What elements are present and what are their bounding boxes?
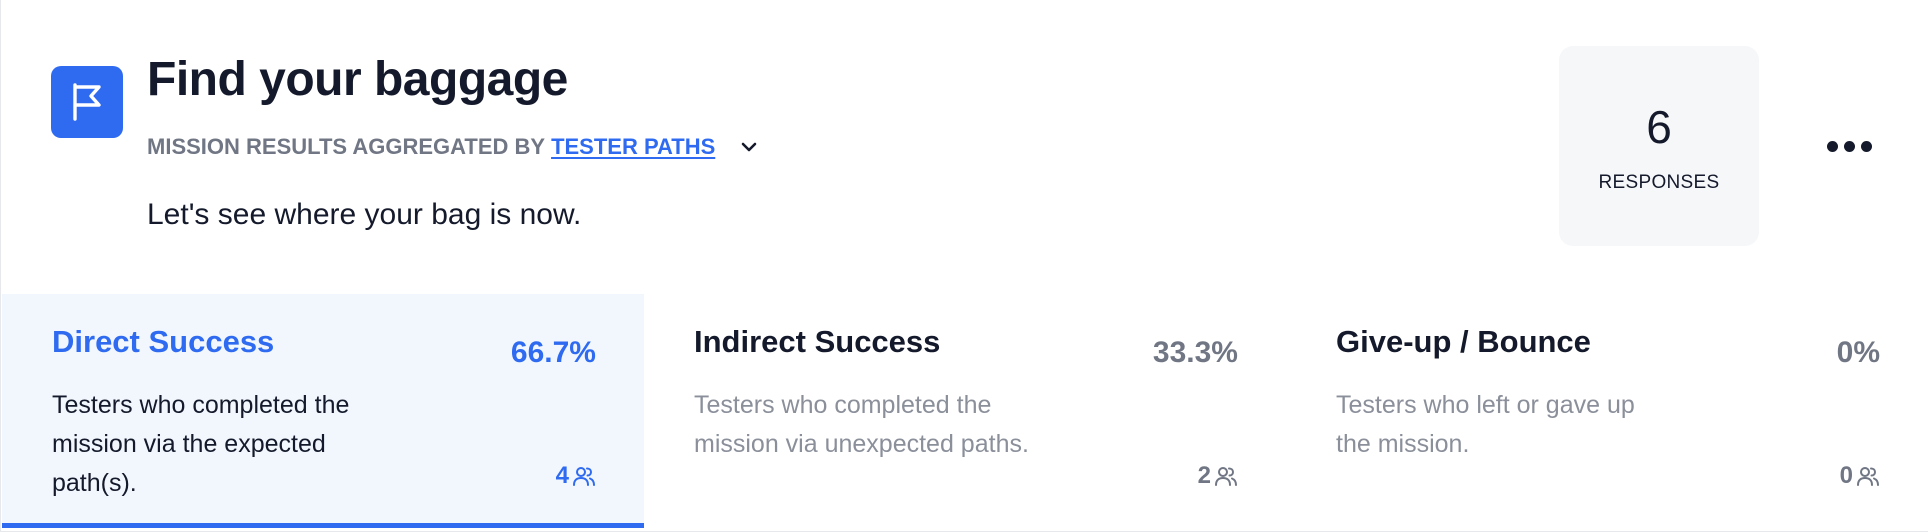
responses-summary: 6 RESPONSES [1559,46,1759,246]
more-dot [1860,140,1872,152]
card-indirect-success[interactable]: Indirect Success 33.3% Testers who compl… [644,294,1286,528]
flag-icon [51,66,123,138]
mission-results-panel: Find your baggage MISSION RESULTS AGGREG… [0,0,1928,532]
aggregation-subtitle: MISSION RESULTS AGGREGATED BY TESTER PAT… [147,134,759,160]
card-percentage: 33.3% [1152,336,1238,369]
card-direct-success[interactable]: Direct Success 66.7% Testers who complet… [2,294,644,528]
card-description: Testers who completed the mission via un… [694,391,1029,458]
card-percentage: 0% [1836,336,1880,369]
tester-count-value: 0 [1839,462,1853,489]
card-description: Testers who completed the mission via th… [52,391,350,497]
card-tester-count: 0 [1840,462,1880,490]
more-horizontal-icon [1826,140,1838,152]
tester-count-value: 2 [1197,462,1211,489]
people-icon [573,467,595,486]
people-icon [1857,467,1879,486]
card-title: Give-up / Bounce [1336,324,1591,359]
people-icon [1215,467,1237,486]
tester-count-value: 4 [555,462,569,489]
card-title: Indirect Success [694,324,941,359]
responses-label: RESPONSES [1598,172,1720,193]
card-description: Testers who left or gave up the mission. [1336,391,1635,458]
card-tester-count: 2 [1198,462,1238,490]
card-percentage: 66.7% [510,336,596,369]
mission-description: Let's see where your bag is now. [147,198,582,231]
aggregation-label: MISSION RESULTS AGGREGATED BY [147,134,546,159]
card-tester-count: 4 [556,462,596,490]
card-give-up-bounce[interactable]: Give-up / Bounce 0% Testers who left or … [1286,294,1928,528]
more-dot [1843,140,1855,152]
more-options-button[interactable] [1819,130,1879,162]
page-title: Find your baggage [147,53,568,106]
card-title: Direct Success [52,324,275,359]
aggregation-mode-link[interactable]: TESTER PATHS [551,134,715,160]
responses-count: 6 [1646,101,1672,153]
chevron-down-icon[interactable] [739,137,759,157]
